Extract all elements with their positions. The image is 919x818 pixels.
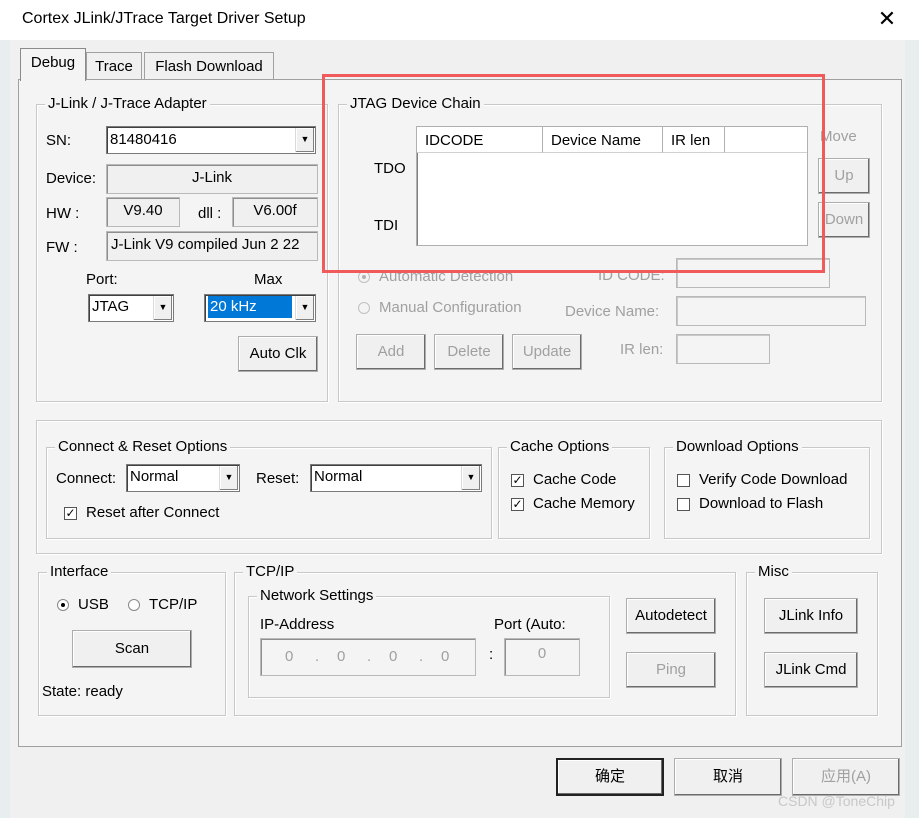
device-field: J-Link (106, 164, 318, 194)
device-name-field[interactable] (676, 296, 866, 326)
apply-button[interactable]: 应用(A) (792, 758, 900, 796)
dialog-window: Cortex JLink/JTrace Target Driver Setup … (0, 0, 919, 818)
download-options-group-label: Download Options (673, 438, 802, 455)
add-button[interactable]: Add (356, 334, 426, 370)
adapter-group-label: J-Link / J-Trace Adapter (45, 95, 210, 112)
ip-dot-3: . (419, 648, 424, 665)
tcpip-group-label: TCP/IP (243, 563, 298, 580)
tab-flash-download[interactable]: Flash Download (144, 52, 274, 80)
ip-address-label: IP-Address (260, 616, 335, 633)
move-down-button[interactable]: Down (818, 202, 870, 238)
connect-reset-group: Connect & Reset Options (46, 438, 492, 539)
move-up-button[interactable]: Up (818, 158, 870, 194)
jlink-cmd-button[interactable]: JLink Cmd (764, 652, 858, 688)
hw-field: V9.40 (106, 197, 180, 227)
reset-after-connect-label: Reset after Connect (86, 504, 220, 521)
port-label: Port: (86, 271, 118, 288)
delete-button[interactable]: Delete (434, 334, 504, 370)
chevron-down-icon[interactable]: ▼ (219, 466, 238, 490)
reset-value: Normal (314, 468, 363, 485)
tcpip-radio[interactable] (128, 599, 140, 611)
ip-dot-2: . (367, 648, 372, 665)
jlink-info-button[interactable]: JLink Info (764, 598, 858, 634)
hw-label: HW : (46, 205, 80, 222)
manual-configuration-label: Manual Configuration (379, 299, 522, 316)
connect-value: Normal (130, 468, 179, 485)
network-settings-group-label: Network Settings (257, 587, 377, 604)
ip-octet-1: 0 (285, 648, 294, 665)
irlen-label: IR len: (620, 341, 664, 358)
highlight-box (322, 74, 825, 273)
tcpip-radio-label: TCP/IP (149, 596, 198, 613)
ping-button[interactable]: Ping (626, 652, 716, 688)
tcp-port-field[interactable]: 0 (504, 638, 580, 676)
connect-select[interactable]: Normal ▼ (126, 464, 240, 492)
chevron-down-icon[interactable]: ▼ (153, 296, 172, 320)
sn-label: SN: (46, 132, 72, 149)
reset-label: Reset: (256, 470, 300, 487)
watermark-text: CSDN @ToneChip (778, 793, 895, 809)
cache-code-checkbox[interactable]: ✓ (511, 474, 524, 487)
usb-radio[interactable] (57, 599, 69, 611)
max-label: Max (254, 271, 283, 288)
reset-after-connect-checkbox[interactable]: ✓ (64, 507, 77, 520)
connect-reset-group-label: Connect & Reset Options (55, 438, 231, 455)
misc-group-label: Misc (755, 563, 792, 580)
background-app-strip-right (905, 40, 919, 818)
close-icon[interactable]: ✕ (872, 4, 902, 34)
window-title: Cortex JLink/JTrace Target Driver Setup (22, 10, 306, 27)
background-app-strip (0, 40, 10, 818)
tab-trace[interactable]: Trace (86, 52, 142, 80)
port-select[interactable]: JTAG ▼ (88, 294, 174, 322)
ip-address-field[interactable]: 0 . 0 . 0 . 0 (260, 638, 476, 676)
ip-octet-2: 0 (337, 648, 346, 665)
download-to-flash-label: Download to Flash (699, 495, 824, 512)
state-text: State: ready (42, 683, 123, 700)
device-name-label: Device Name: (565, 303, 660, 320)
port-auto-label: Port (Auto: (494, 616, 566, 633)
verify-code-download-checkbox[interactable] (677, 474, 690, 487)
max-clock-select[interactable]: 20 kHz ▼ (204, 294, 316, 322)
max-clock-value: 20 kHz (208, 296, 292, 318)
usb-label: USB (78, 596, 109, 613)
cache-memory-label: Cache Memory (533, 495, 635, 512)
tab-debug[interactable]: Debug (20, 48, 86, 81)
ok-button[interactable]: 确定 (556, 758, 664, 796)
ip-octet-4: 0 (441, 648, 450, 665)
manual-configuration-radio[interactable] (358, 302, 370, 314)
sn-select[interactable]: 81480416 ▼ (106, 126, 316, 154)
port-separator: : (489, 646, 494, 663)
verify-code-download-label: Verify Code Download (699, 471, 848, 488)
cache-options-group: Cache Options (498, 438, 650, 539)
device-label: Device: (46, 170, 97, 187)
fw-field: J-Link V9 compiled Jun 2 22 (106, 231, 318, 261)
irlen-field[interactable] (676, 334, 770, 364)
port-value: JTAG (92, 298, 130, 315)
ip-dot-1: . (315, 648, 320, 665)
ip-octet-3: 0 (389, 648, 398, 665)
scan-button[interactable]: Scan (72, 630, 192, 668)
cache-code-label: Cache Code (533, 471, 617, 488)
cancel-button[interactable]: 取消 (674, 758, 782, 796)
chevron-down-icon[interactable]: ▼ (295, 128, 314, 152)
misc-group: Misc (746, 563, 878, 716)
download-options-group: Download Options (664, 438, 870, 539)
reset-select[interactable]: Normal ▼ (310, 464, 482, 492)
dll-field: V6.00f (232, 197, 318, 227)
chevron-down-icon[interactable]: ▼ (295, 296, 314, 320)
cache-memory-checkbox[interactable]: ✓ (511, 498, 524, 511)
fw-label: FW : (46, 239, 78, 256)
autodetect-button[interactable]: Autodetect (626, 598, 716, 634)
interface-group-label: Interface (47, 563, 112, 580)
connect-label: Connect: (56, 470, 117, 487)
chevron-down-icon[interactable]: ▼ (461, 466, 480, 490)
update-button[interactable]: Update (512, 334, 582, 370)
auto-clk-button[interactable]: Auto Clk (238, 336, 318, 372)
download-to-flash-checkbox[interactable] (677, 498, 690, 511)
move-label: Move (820, 128, 857, 145)
title-bar: Cortex JLink/JTrace Target Driver Setup … (0, 0, 919, 40)
dll-label: dll : (198, 205, 222, 222)
sn-value: 81480416 (110, 131, 177, 148)
cache-options-group-label: Cache Options (507, 438, 613, 455)
